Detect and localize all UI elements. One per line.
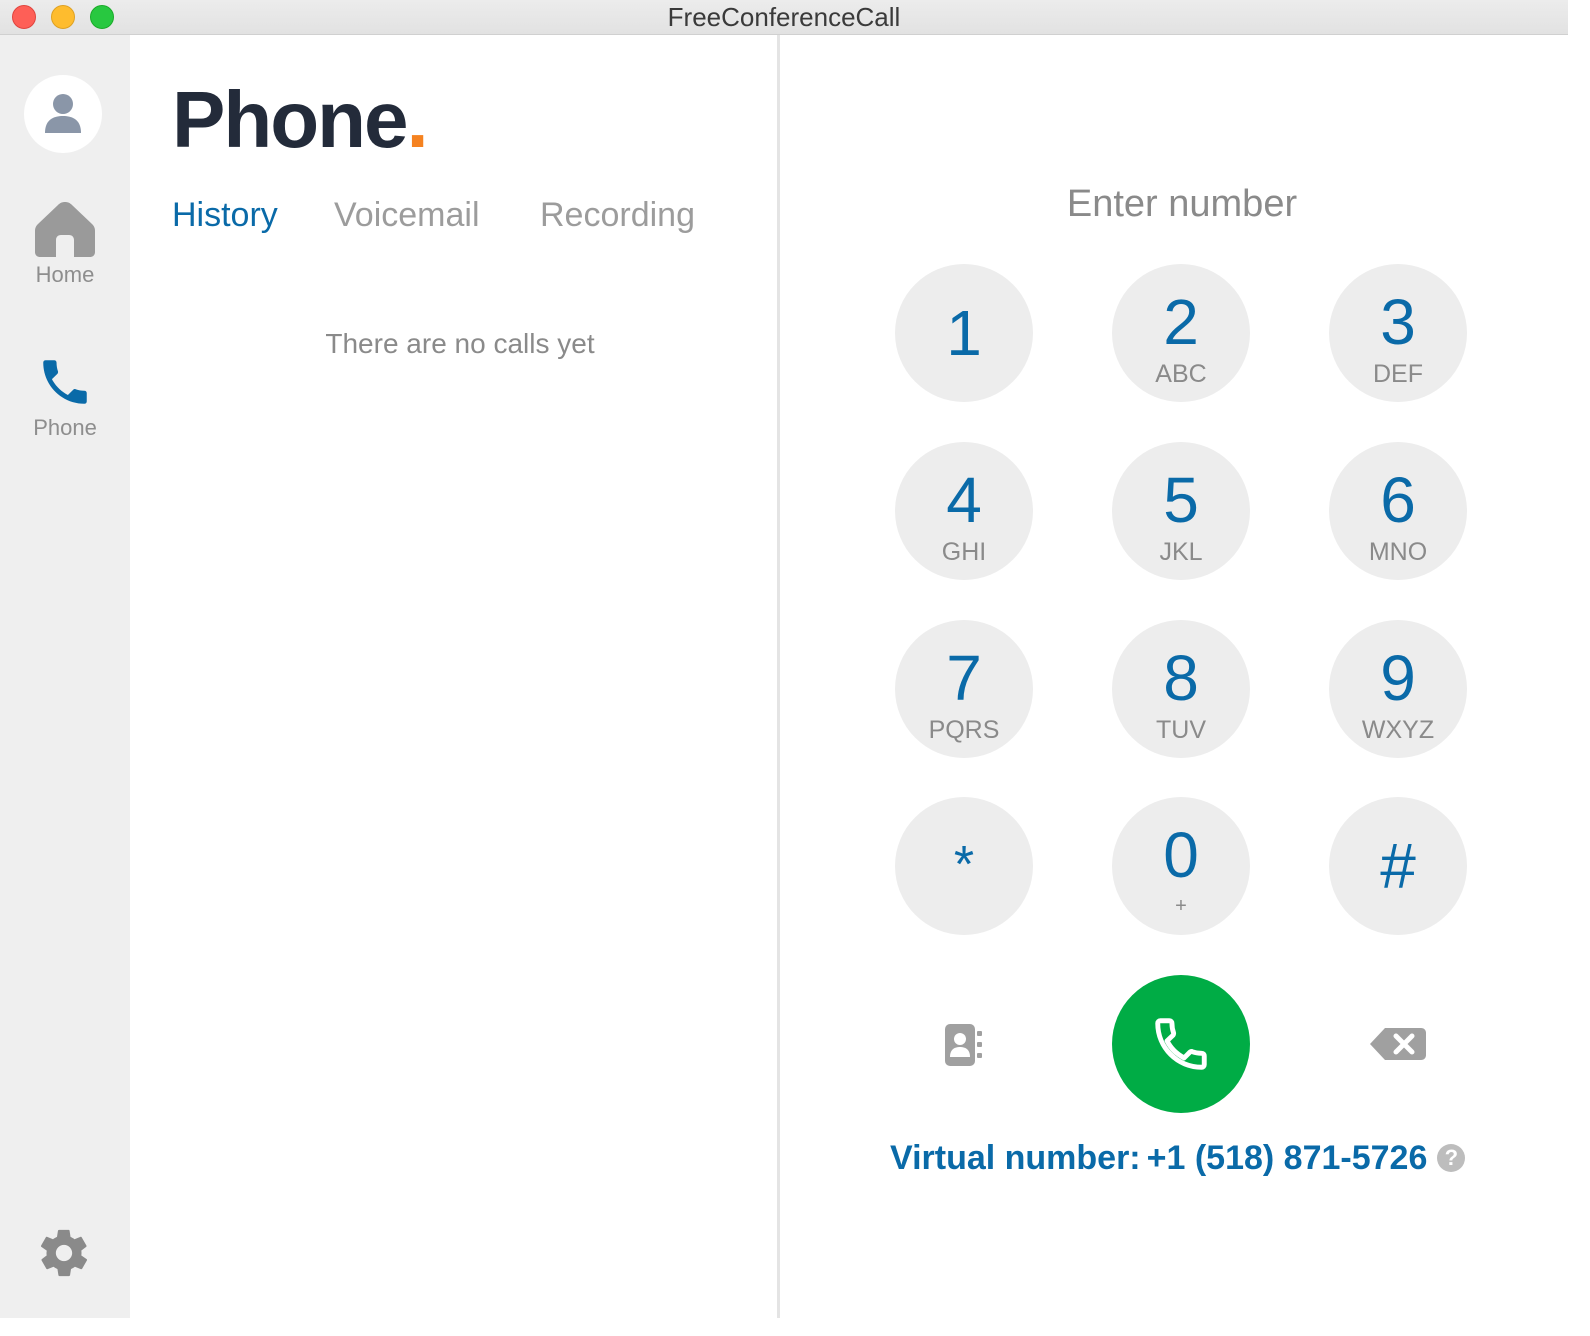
key-digit: 4 (946, 464, 982, 536)
backspace-icon (1370, 1028, 1426, 1060)
page-title: Phone. (172, 80, 429, 160)
key-digit: 0 (1163, 819, 1199, 891)
key-digit: # (1380, 830, 1416, 902)
dial-key-3[interactable]: 3 DEF (1329, 264, 1467, 402)
backspace-button[interactable] (1369, 1026, 1427, 1067)
key-letters: DEF (1373, 360, 1423, 388)
key-letters: JKL (1159, 538, 1203, 566)
key-letters: GHI (941, 538, 987, 566)
dial-key-6[interactable]: 6 MNO (1329, 442, 1467, 580)
phone-icon (43, 360, 87, 404)
app-window: FreeConferenceCall Home Phone Phone. His… (0, 0, 1568, 1318)
key-digit: 6 (1380, 464, 1416, 536)
dial-key-0[interactable]: 0 + (1112, 797, 1250, 935)
key-digit: 9 (1380, 642, 1416, 714)
key-digit: 8 (1163, 642, 1199, 714)
virtual-number-value: +1 (518) 871-5726 (1146, 1139, 1428, 1177)
dial-key-9[interactable]: 9 WXYZ (1329, 620, 1467, 758)
help-icon[interactable]: ? (1437, 1144, 1466, 1173)
profile-avatar-button[interactable] (24, 75, 102, 153)
key-letters: WXYZ (1361, 716, 1435, 744)
virtual-number-label: Virtual number: (890, 1139, 1141, 1177)
key-digit: 2 (1163, 286, 1199, 358)
key-digit: 1 (946, 297, 982, 369)
tab-voicemail[interactable]: Voicemail (334, 198, 480, 232)
contacts-button[interactable] (943, 1022, 983, 1073)
sidebar-item-label: Phone (33, 415, 97, 440)
dial-key-7[interactable]: 7 PQRS (895, 620, 1033, 758)
history-panel: Phone. History Voicemail Recording There… (130, 35, 777, 1318)
dial-key-2[interactable]: 2 ABC (1112, 264, 1250, 402)
dial-key-5[interactable]: 5 JKL (1112, 442, 1250, 580)
number-input[interactable] (980, 178, 1384, 230)
sidebar: Home Phone (0, 35, 130, 1318)
key-letters: PQRS (928, 716, 1000, 744)
gear-icon (40, 1229, 88, 1277)
sidebar-item-home[interactable]: Home (0, 200, 130, 288)
dial-key-hash[interactable]: # (1329, 797, 1467, 935)
home-icon (35, 202, 95, 257)
key-letters: ABC (1155, 360, 1207, 388)
settings-button[interactable] (36, 1225, 92, 1286)
tab-recording[interactable]: Recording (540, 198, 695, 232)
contacts-book-icon (945, 1024, 982, 1066)
call-button[interactable] (1112, 975, 1250, 1113)
phone-icon (1155, 1018, 1207, 1070)
key-digit: 7 (946, 642, 982, 714)
dial-key-4[interactable]: 4 GHI (895, 442, 1033, 580)
virtual-number-line: Virtual number: +1 (518) 871-5726? (890, 1138, 1466, 1178)
key-digit: 5 (1163, 464, 1199, 536)
dial-key-1[interactable]: 1 (895, 264, 1033, 402)
key-letters: MNO (1368, 538, 1428, 566)
sidebar-item-label: Home (35, 262, 95, 287)
key-letters: + (1175, 895, 1187, 917)
window-title: FreeConferenceCall (667, 2, 901, 32)
empty-state-message: There are no calls yet (325, 328, 595, 359)
key-digit: * (953, 836, 975, 894)
page-title-text: Phone (172, 75, 408, 164)
dial-key-star[interactable]: * (895, 797, 1033, 935)
key-letters: TUV (1156, 716, 1206, 744)
user-icon (45, 94, 81, 133)
brand-dot: . (406, 75, 428, 164)
dialer-panel: 1 2 ABC 3 DEF 4 GHI 5 JKL 6 MNO 7 PQRS 8… (780, 35, 1568, 1318)
dial-key-8[interactable]: 8 TUV (1112, 620, 1250, 758)
key-digit: 3 (1380, 286, 1416, 358)
title-bar: FreeConferenceCall (0, 0, 1568, 35)
tab-history[interactable]: History (172, 198, 278, 232)
sidebar-item-phone[interactable]: Phone (0, 353, 130, 441)
